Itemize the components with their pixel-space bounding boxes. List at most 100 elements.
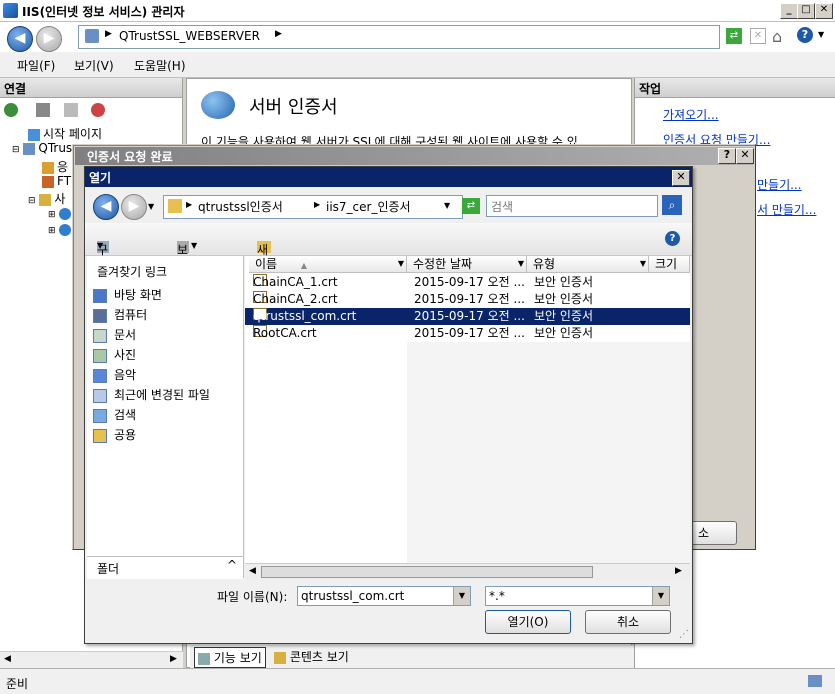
app-pool-icon — [42, 161, 54, 174]
chevron-down-icon[interactable]: ▼ — [652, 587, 669, 605]
action-create-domain-cert[interactable]: 만들기... — [757, 176, 802, 193]
column-filter-icon[interactable]: ▼ — [640, 256, 646, 272]
address-field[interactable]: ▶ QTrustSSL_WEBSERVER ▶ — [78, 25, 720, 49]
folders-toggle[interactable]: 폴더 ^ — [87, 556, 243, 579]
tree-item-site-1[interactable]: ⊞ — [48, 206, 72, 220]
scroll-right-icon[interactable]: ▶ — [170, 654, 177, 664]
file-row-selected[interactable]: qtrustssl_com.crt 2015-09-17 오전 ... 보안 인… — [245, 308, 690, 325]
action-import[interactable]: 가져오기... — [663, 106, 719, 123]
home-icon[interactable]: ⌂ — [772, 27, 782, 46]
column-size[interactable]: 크기 — [649, 256, 690, 273]
back-button[interactable]: ◀ — [7, 26, 33, 52]
column-type[interactable]: 유형 ▼ — [527, 256, 649, 273]
music-icon — [93, 368, 107, 383]
open-dialog-close-button[interactable]: ✕ — [672, 170, 690, 186]
documents-icon — [93, 328, 107, 343]
open-button[interactable]: 열기(O) — [485, 610, 571, 634]
minimize-button[interactable]: _ — [780, 3, 798, 19]
menu-view[interactable]: 보기(V) — [74, 57, 114, 74]
column-name[interactable]: 이름 ▲ ▼ — [249, 256, 407, 273]
main-title-bar: IIS(인터넷 정보 서비스) 관리자 _ □ ✕ — [0, 0, 835, 22]
server-icon — [85, 29, 99, 43]
chevron-up-icon[interactable]: ^ — [227, 558, 237, 572]
fav-documents[interactable]: 문서 — [93, 326, 136, 343]
fav-desktop[interactable]: 바탕 화면 — [93, 286, 162, 303]
up-icon[interactable] — [63, 102, 78, 117]
address-arrow-icon: ▶ — [105, 29, 112, 39]
scroll-thumb[interactable] — [261, 566, 593, 578]
dialog-back-button[interactable]: ◀ — [93, 194, 119, 220]
tree-item-app-pools[interactable]: 응 — [42, 158, 68, 175]
collapse-icon[interactable]: ⊟ — [12, 145, 20, 155]
refresh-icon[interactable]: ⇄ — [462, 198, 480, 214]
chevron-down-icon: ▼ — [191, 241, 198, 250]
search-input[interactable]: 검색 — [486, 195, 658, 217]
fav-pictures[interactable]: 사진 — [93, 346, 136, 363]
pictures-icon — [93, 348, 107, 363]
expand-icon[interactable]: ⊞ — [48, 210, 56, 220]
tree-item-server[interactable]: ⊟ QTrus — [12, 141, 72, 155]
tree-item-ftp[interactable]: FT — [42, 174, 71, 188]
chevron-down-icon[interactable]: ▼ — [453, 587, 470, 605]
resize-grip-icon[interactable]: ⋰ — [679, 629, 689, 640]
breadcrumb-segment[interactable]: qtrustssl인증서 — [198, 198, 283, 215]
dialog-toolbar: 구성 ▼ 보기 ▼ 새 폴더 ? — [85, 223, 692, 291]
menu-help[interactable]: 도움말(H) — [134, 57, 186, 74]
connections-scrollbar[interactable]: ◀ ▶ — [0, 651, 183, 668]
tree-item-start-page[interactable]: 시작 페이지 — [28, 125, 102, 142]
file-row[interactable]: RootCA.crt 2015-09-17 오전 ... 보안 인증서 — [245, 325, 690, 342]
filetype-select[interactable]: *.* ▼ — [485, 586, 670, 606]
maximize-button[interactable]: □ — [797, 3, 815, 19]
scroll-right-icon[interactable]: ▶ — [675, 566, 682, 576]
start-page-icon — [28, 128, 40, 141]
iis-app-icon — [3, 3, 18, 18]
breadcrumb-segment[interactable]: iis7_cer_인증서 — [326, 198, 411, 215]
help-icon[interactable]: ? — [797, 27, 813, 43]
forward-button[interactable]: ▶ — [36, 26, 62, 52]
tree-item-site-2[interactable]: ⊞ — [48, 222, 72, 236]
disconnect-icon[interactable] — [91, 102, 106, 117]
column-date[interactable]: 수정한 날짜 ▼ — [407, 256, 527, 273]
expand-icon[interactable]: ⊞ — [48, 226, 56, 236]
address-bar: ◀ ▶ ▶ QTrustSSL_WEBSERVER ▶ ⇄ ✕ ⌂ ? ▼ — [0, 22, 835, 52]
close-button[interactable]: ✕ — [815, 3, 833, 19]
fav-search[interactable]: 검색 — [93, 406, 136, 423]
chevron-down-icon[interactable]: ▼ — [444, 201, 450, 210]
filename-input[interactable]: qtrustssl_com.crt ▼ — [297, 586, 471, 606]
column-filter-icon[interactable]: ▼ — [398, 256, 404, 272]
favorites-header: 즐겨찾기 링크 — [97, 265, 168, 279]
cancel-button[interactable]: 취소 — [585, 610, 671, 634]
connections-toolbar — [4, 102, 106, 122]
connections-header: 연결 — [0, 78, 182, 98]
fav-computer[interactable]: 컴퓨터 — [93, 306, 147, 323]
save-icon[interactable] — [35, 102, 50, 117]
dialog-forward-button[interactable]: ▶ — [121, 194, 147, 220]
help-icon[interactable]: ? — [665, 231, 680, 246]
address-path: QTrustSSL_WEBSERVER — [119, 29, 260, 43]
column-filter-icon[interactable]: ▼ — [518, 256, 524, 272]
menu-file[interactable]: 파일(F) — [17, 57, 55, 74]
action-create-self-signed[interactable]: 서 만들기... — [757, 201, 816, 218]
fav-music[interactable]: 음악 — [93, 366, 136, 383]
file-list-scrollbar[interactable]: ◀ ▶ — [245, 563, 690, 580]
refresh-icon[interactable]: ⇄ — [726, 28, 742, 44]
tree-item-sites[interactable]: ⊟ 사 — [28, 190, 65, 207]
chevron-down-icon[interactable]: ▼ — [818, 30, 824, 39]
collapse-icon[interactable]: ⊟ — [28, 196, 36, 206]
fav-public[interactable]: 공용 — [93, 426, 136, 443]
stop-icon[interactable]: ✕ — [750, 28, 766, 44]
cert-dialog-help-button[interactable]: ? — [718, 148, 736, 164]
scroll-left-icon[interactable]: ◀ — [249, 566, 256, 576]
tab-features-view[interactable]: 기능 보기 — [194, 647, 266, 668]
fav-recent[interactable]: 최근에 변경된 파일 — [93, 386, 210, 403]
page-title: 서버 인증서 — [249, 97, 338, 118]
cert-dialog-close-button[interactable]: ✕ — [736, 148, 754, 164]
connect-icon[interactable] — [4, 102, 18, 117]
tab-content-view[interactable]: 콘텐츠 보기 — [274, 648, 349, 665]
scroll-left-icon[interactable]: ◀ — [4, 654, 11, 664]
search-icon[interactable]: ⌕ — [662, 195, 682, 215]
history-chevron-icon[interactable]: ▼ — [148, 202, 154, 211]
file-row[interactable]: ChainCA_2.crt 2015-09-17 오전 ... 보안 인증서 — [245, 291, 690, 308]
folder-breadcrumb[interactable]: ▶ qtrustssl인증서 ▶ iis7_cer_인증서 ▼ — [163, 195, 463, 219]
file-row[interactable]: ChainCA_1.crt 2015-09-17 오전 ... 보안 인증서 — [245, 274, 690, 291]
